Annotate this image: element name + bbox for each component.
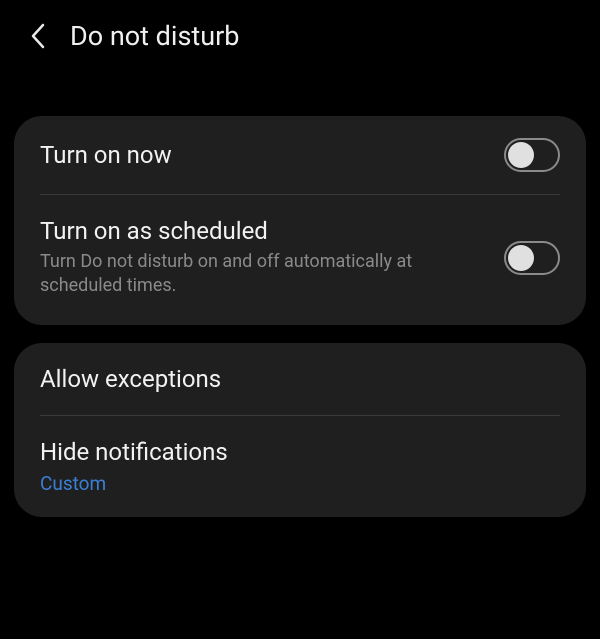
- allow-exceptions-label: Allow exceptions: [40, 365, 560, 393]
- row-hide-notifications[interactable]: Hide notifications Custom: [14, 416, 586, 517]
- row-text: Allow exceptions: [40, 365, 560, 393]
- scheduled-toggle[interactable]: [504, 241, 560, 275]
- content: Turn on now Turn on as scheduled Turn Do…: [0, 68, 600, 517]
- row-scheduled[interactable]: Turn on as scheduled Turn Do not disturb…: [14, 195, 586, 325]
- hide-notifications-value: Custom: [40, 472, 560, 495]
- row-text: Turn on as scheduled Turn Do not disturb…: [40, 217, 488, 299]
- toggle-knob: [508, 245, 534, 271]
- toggle-knob: [508, 142, 534, 168]
- scheduled-desc: Turn Do not disturb on and off automatic…: [40, 250, 488, 299]
- hide-notifications-label: Hide notifications: [40, 438, 560, 466]
- row-turn-on-now[interactable]: Turn on now: [14, 116, 586, 194]
- turn-on-now-label: Turn on now: [40, 141, 488, 169]
- row-text: Hide notifications Custom: [40, 438, 560, 495]
- card-settings: Allow exceptions Hide notifications Cust…: [14, 343, 586, 517]
- scheduled-label: Turn on as scheduled: [40, 217, 488, 245]
- back-icon[interactable]: [24, 22, 52, 50]
- row-text: Turn on now: [40, 141, 488, 169]
- page-title: Do not disturb: [70, 20, 239, 52]
- row-allow-exceptions[interactable]: Allow exceptions: [14, 343, 586, 415]
- header: Do not disturb: [0, 0, 600, 68]
- turn-on-now-toggle[interactable]: [504, 138, 560, 172]
- card-dnd-controls: Turn on now Turn on as scheduled Turn Do…: [14, 116, 586, 325]
